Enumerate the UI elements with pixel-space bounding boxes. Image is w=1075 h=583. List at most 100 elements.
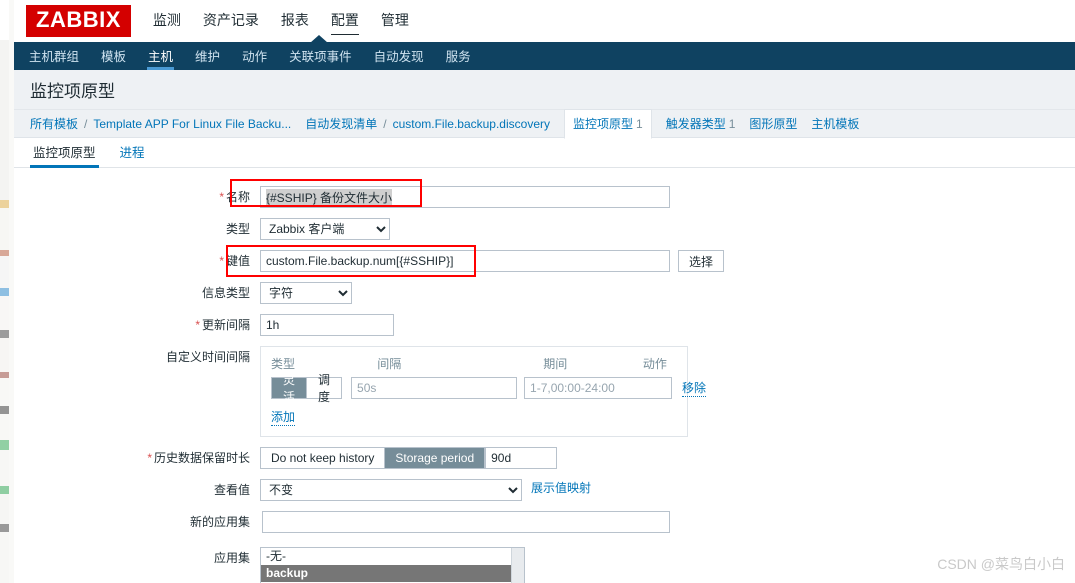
label-applications: 应用集 bbox=[213, 551, 250, 565]
page-title: 监控项原型 bbox=[30, 82, 115, 101]
type-select[interactable]: Zabbix 客户端 bbox=[260, 218, 390, 240]
breadcrumb-trigger-prototypes[interactable]: 触发器类型 1 bbox=[666, 115, 736, 132]
custom-intervals-header-type: 类型 bbox=[271, 357, 296, 371]
history-mode-toggle: Do not keep history Storage period bbox=[260, 447, 486, 469]
breadcrumb-trigger-prototypes-count: 1 bbox=[728, 117, 736, 131]
form-row-update-interval: * 更新间隔 bbox=[14, 314, 1075, 336]
sub-nav-item-templates[interactable]: 模板 bbox=[100, 42, 127, 70]
custom-intervals-panel: 类型 间隔 期间 动作 灵活 调度 移除 添加 bbox=[260, 346, 707, 437]
label-name: * 名称 bbox=[14, 186, 260, 208]
top-nav-item-reports[interactable]: 报表 bbox=[281, 8, 309, 34]
history-storage-period-input[interactable] bbox=[485, 447, 558, 469]
tab-preprocessing[interactable]: 进程 bbox=[117, 138, 148, 167]
page-header: 监控项原型 bbox=[14, 70, 1075, 110]
custom-interval-type-scheduling[interactable]: 调度 bbox=[307, 373, 342, 404]
custom-interval-remove-link[interactable]: 移除 bbox=[682, 379, 707, 397]
form-row-new-application: 新的应用集 bbox=[14, 511, 1075, 533]
required-marker-name: * bbox=[219, 190, 224, 204]
key-select-button[interactable]: 选择 bbox=[678, 250, 725, 272]
background-window-sliver bbox=[0, 0, 9, 583]
form-row-view-value: 查看值 不变 展示值映射 bbox=[14, 479, 1075, 501]
top-nav-item-administration[interactable]: 管理 bbox=[381, 8, 409, 34]
required-marker-update-interval: * bbox=[195, 318, 200, 332]
required-marker-key: * bbox=[219, 254, 224, 268]
browser-page: ZABBIX 监测 资产记录 报表 配置 管理 主机群组 模板 主机 维护 动作… bbox=[14, 0, 1075, 583]
top-nav-item-inventory[interactable]: 资产记录 bbox=[203, 8, 259, 34]
breadcrumb-all-templates[interactable]: 所有模板 bbox=[30, 115, 78, 132]
custom-intervals-row: 灵活 调度 移除 bbox=[271, 373, 707, 404]
custom-interval-period-input[interactable] bbox=[524, 377, 673, 399]
form-row-name: * 名称 {#SSHIP} 备份文件大小 bbox=[14, 186, 1075, 208]
breadcrumb-item-prototypes-label: 监控项原型 bbox=[573, 117, 634, 131]
sub-nav-item-maintenance[interactable]: 维护 bbox=[194, 42, 221, 70]
sub-nav-item-services[interactable]: 服务 bbox=[445, 42, 472, 70]
breadcrumb-item-prototypes-count: 1 bbox=[636, 117, 643, 131]
top-navigation-bar: ZABBIX 监测 资产记录 报表 配置 管理 bbox=[14, 0, 1075, 42]
sub-nav-item-actions[interactable]: 动作 bbox=[241, 42, 268, 70]
sub-nav-item-correlation[interactable]: 关联项事件 bbox=[288, 42, 353, 70]
applications-option-backup[interactable]: backup bbox=[261, 565, 524, 582]
breadcrumb: 所有模板 / Template APP For Linux File Backu… bbox=[14, 109, 1075, 139]
custom-interval-interval-input[interactable] bbox=[351, 377, 518, 399]
label-view-value: 查看值 bbox=[213, 483, 250, 497]
label-key-text: 键值 bbox=[225, 254, 250, 268]
history-mode-storage-period[interactable]: Storage period bbox=[385, 448, 485, 468]
show-value-mappings-link[interactable]: 展示值映射 bbox=[531, 479, 591, 496]
name-input-value: {#SSHIP} 备份文件大小 bbox=[266, 188, 393, 206]
update-interval-input[interactable] bbox=[260, 314, 394, 336]
breadcrumb-item-prototypes[interactable]: 监控项原型 1 bbox=[564, 109, 652, 139]
form-row-key: *键值 选择 bbox=[14, 250, 1075, 272]
custom-intervals-header: 类型 间隔 期间 动作 bbox=[271, 355, 677, 372]
custom-intervals-header-action: 动作 bbox=[642, 357, 667, 371]
top-nav-items: 监测 资产记录 报表 配置 管理 bbox=[153, 8, 409, 35]
name-input[interactable]: {#SSHIP} 备份文件大小 bbox=[260, 186, 670, 208]
form-row-history: * 历史数据保留时长 Do not keep history Storage pe… bbox=[14, 447, 1075, 469]
custom-interval-type-flexible[interactable]: 灵活 bbox=[272, 373, 308, 404]
new-application-input[interactable] bbox=[262, 511, 670, 533]
screenshot-root: ZABBIX 监测 资产记录 报表 配置 管理 主机群组 模板 主机 维护 动作… bbox=[0, 0, 1075, 583]
label-history: * 历史数据保留时长 bbox=[14, 447, 260, 469]
breadcrumb-separator-1: / bbox=[84, 116, 88, 131]
label-new-application: 新的应用集 bbox=[189, 515, 250, 529]
zabbix-logo[interactable]: ZABBIX bbox=[26, 5, 131, 37]
tab-bar: 监控项原型 进程 bbox=[14, 138, 1075, 168]
breadcrumb-discovery-list[interactable]: 自动发现清单 bbox=[305, 115, 377, 132]
breadcrumb-trigger-prototypes-label: 触发器类型 bbox=[665, 117, 726, 131]
breadcrumb-template-name[interactable]: Template APP For Linux File Backu... bbox=[93, 117, 291, 131]
breadcrumb-discovery-key[interactable]: custom.File.backup.discovery bbox=[393, 117, 550, 131]
sub-nav-item-host-groups[interactable]: 主机群组 bbox=[28, 42, 80, 70]
item-prototype-form: *名称 {#SSHIP} 备份文件大小 类型 Zabbix 客户端 *键值 选择 bbox=[14, 168, 1075, 583]
top-nav-item-monitoring[interactable]: 监测 bbox=[153, 8, 181, 34]
label-info-type: 信息类型 bbox=[201, 286, 250, 300]
label-custom-intervals: 自定义时间间隔 bbox=[165, 350, 250, 364]
required-marker-history: * bbox=[147, 451, 152, 465]
applications-listbox-scrollbar[interactable] bbox=[511, 548, 524, 583]
form-row-info-type: 信息类型 字符 bbox=[14, 282, 1075, 304]
breadcrumb-host-prototypes[interactable]: 主机模板 bbox=[811, 115, 859, 132]
view-value-select[interactable]: 不变 bbox=[260, 479, 522, 501]
sub-nav-item-discovery[interactable]: 自动发现 bbox=[373, 42, 425, 70]
sub-nav-item-hosts[interactable]: 主机 bbox=[147, 42, 175, 70]
history-controls: Do not keep history Storage period bbox=[260, 447, 558, 469]
breadcrumb-graph-prototypes[interactable]: 图形原型 bbox=[749, 115, 797, 132]
form-row-type: 类型 Zabbix 客户端 bbox=[14, 218, 1075, 240]
custom-intervals-header-interval: 间隔 bbox=[377, 357, 402, 371]
info-type-select[interactable]: 字符 bbox=[260, 282, 352, 304]
label-type: 类型 bbox=[225, 222, 250, 236]
custom-interval-add-link[interactable]: 添加 bbox=[271, 408, 296, 426]
applications-option-none[interactable]: -无- bbox=[261, 548, 524, 565]
custom-interval-type-toggle: 灵活 调度 bbox=[271, 373, 343, 404]
watermark: CSDN @菜鸟白小白 bbox=[937, 556, 1065, 572]
label-name-text: 名称 bbox=[225, 190, 250, 204]
history-mode-do-not-keep[interactable]: Do not keep history bbox=[261, 448, 386, 468]
breadcrumb-separator-2: / bbox=[383, 116, 387, 131]
form-row-custom-intervals: 自定义时间间隔 类型 间隔 期间 动作 灵活 调度 50s 1-7,00:00-… bbox=[14, 346, 1075, 437]
label-update-interval: * 更新间隔 bbox=[14, 314, 260, 336]
label-key: * 键值 bbox=[14, 250, 260, 272]
sub-navigation-bar: 主机群组 模板 主机 维护 动作 关联项事件 自动发现 服务 bbox=[14, 35, 1075, 70]
tab-item-prototype[interactable]: 监控项原型 bbox=[30, 138, 99, 168]
key-input[interactable] bbox=[260, 250, 670, 272]
applications-listbox[interactable]: -无- backup bbox=[260, 547, 525, 583]
label-update-interval-text: 更新间隔 bbox=[201, 318, 250, 332]
top-nav-item-configuration[interactable]: 配置 bbox=[330, 8, 359, 35]
